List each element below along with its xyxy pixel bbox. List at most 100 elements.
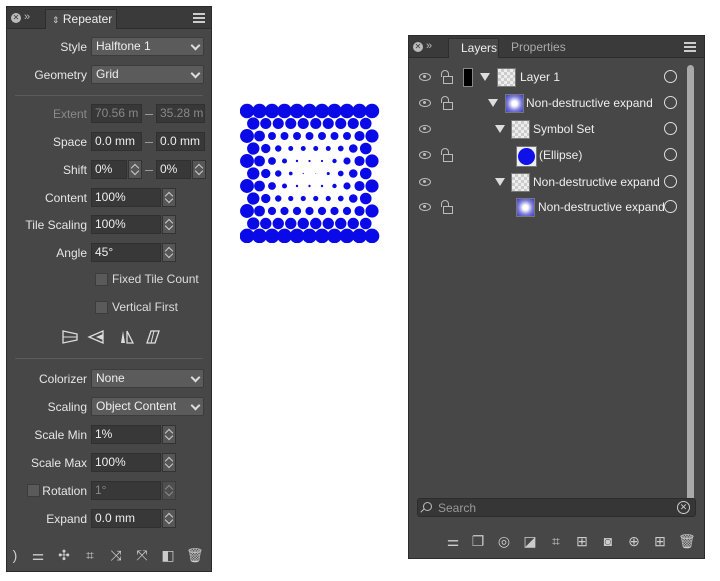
effects-icon[interactable]: ◎ xyxy=(496,533,512,549)
visibility-eye-icon[interactable] xyxy=(419,99,431,107)
layer-row[interactable]: Non-destructive expand xyxy=(409,93,685,119)
extent-width-field[interactable]: 70.56 m xyxy=(91,104,142,123)
lock-icon[interactable] xyxy=(440,96,453,110)
scale-max-field[interactable]: 100% xyxy=(91,453,161,472)
expand-triangle-icon[interactable] xyxy=(495,125,505,133)
crop-icon[interactable]: ⌗ xyxy=(548,533,564,549)
tab-properties[interactable]: Properties xyxy=(511,40,566,54)
space-x-field[interactable]: 0.0 mm xyxy=(91,132,142,151)
skew-right-icon[interactable] xyxy=(146,330,160,344)
collapse-icon[interactable]: » xyxy=(426,40,432,52)
visibility-eye-icon[interactable] xyxy=(419,178,431,186)
adjust-icon[interactable]: ⚌ xyxy=(30,547,46,563)
rotation-label: Rotation xyxy=(42,484,87,498)
close-icon[interactable]: ✕ xyxy=(413,42,423,52)
visibility-eye-icon[interactable] xyxy=(419,125,431,133)
add-pixel-layer-icon[interactable]: ⊞ xyxy=(652,533,668,549)
visibility-eye-icon[interactable] xyxy=(419,73,431,81)
layer-row[interactable]: Layer 1 xyxy=(409,67,685,93)
halftone-dot xyxy=(364,103,380,119)
lock-icon[interactable] xyxy=(440,70,453,84)
expand-triangle-icon[interactable] xyxy=(488,99,498,107)
halftone-dot xyxy=(342,206,352,216)
layer-row[interactable]: Non-destructive expand xyxy=(409,172,685,198)
camera-icon[interactable]: ◙ xyxy=(600,533,616,549)
perspective-left-icon[interactable] xyxy=(62,330,78,344)
add-layer-icon[interactable]: ⊕ xyxy=(626,533,642,549)
bracket-icon[interactable]: ) xyxy=(7,547,23,563)
fixed-tile-count-checkbox[interactable] xyxy=(95,273,108,286)
perspective-narrow-icon[interactable] xyxy=(87,330,104,344)
shift-x-field[interactable]: 0% xyxy=(91,160,127,179)
rotation-checkbox[interactable] xyxy=(27,484,40,497)
layer-row[interactable]: (Ellipse) xyxy=(409,145,685,171)
mask-icon[interactable]: ⌗ xyxy=(82,547,98,563)
select-circle-icon[interactable] xyxy=(664,200,677,213)
select-circle-icon[interactable] xyxy=(664,175,677,188)
tab-repeater[interactable]: ⇕ Repeater xyxy=(45,9,117,29)
content-field[interactable]: 100% xyxy=(91,188,161,207)
rotation-stepper[interactable] xyxy=(162,481,176,500)
shuffle-icon[interactable]: ⤨ xyxy=(108,547,124,563)
shift-x-stepper[interactable] xyxy=(128,160,142,179)
layer-row[interactable]: Symbol Set xyxy=(409,119,685,145)
shift-y-field[interactable]: 0% xyxy=(156,160,191,179)
lock-icon[interactable] xyxy=(440,148,453,162)
select-circle-icon[interactable] xyxy=(664,96,677,109)
select-circle-icon[interactable] xyxy=(664,148,677,161)
space-y-field[interactable]: 0.0 mm xyxy=(156,132,205,151)
angle-field[interactable]: 45° xyxy=(91,243,161,262)
collapse-icon[interactable]: » xyxy=(24,11,30,23)
fixed-tile-count-label: Fixed Tile Count xyxy=(112,272,199,286)
expand-arrows-icon[interactable]: ⤧ xyxy=(134,547,150,563)
extent-height-field[interactable]: 35.28 m xyxy=(156,104,205,123)
skew-up-icon[interactable] xyxy=(121,330,135,344)
vertical-first-checkbox[interactable] xyxy=(95,301,108,314)
panel-menu-icon[interactable] xyxy=(193,13,205,23)
select-circle-icon[interactable] xyxy=(664,70,677,83)
colorizer-dropdown[interactable]: None xyxy=(91,369,204,388)
tab-layers[interactable]: Layers xyxy=(448,38,499,58)
scrollbar[interactable] xyxy=(687,65,694,508)
expand-triangle-icon[interactable] xyxy=(480,73,490,81)
trash-icon[interactable]: 🗑 xyxy=(678,533,696,549)
expand-triangle-icon[interactable] xyxy=(495,178,505,186)
geometry-dropdown[interactable]: Grid xyxy=(91,65,204,84)
scale-min-stepper[interactable] xyxy=(162,425,176,444)
tile-scaling-stepper[interactable] xyxy=(162,215,176,234)
layer-row[interactable]: Non-destructive expand xyxy=(409,197,685,223)
split-view-icon[interactable]: ◧ xyxy=(160,547,176,563)
visibility-eye-icon[interactable] xyxy=(419,203,431,211)
style-row: Style Halftone 1 xyxy=(7,37,213,57)
scale-max-stepper[interactable] xyxy=(162,453,176,472)
fx-icon[interactable]: ✣ xyxy=(56,547,72,563)
halftone-dot xyxy=(302,172,304,175)
halftone-dot xyxy=(354,205,365,217)
tile-scaling-field[interactable]: 100% xyxy=(91,215,161,234)
angle-stepper[interactable] xyxy=(162,243,176,262)
style-dropdown[interactable]: Halftone 1 xyxy=(91,37,204,56)
mask-layer-icon[interactable]: ◪ xyxy=(522,533,538,549)
select-circle-icon[interactable] xyxy=(664,122,677,135)
shift-y-stepper[interactable] xyxy=(192,160,206,179)
copy-icon[interactable]: ❐ xyxy=(470,533,486,549)
scaling-dropdown[interactable]: Object Content xyxy=(91,397,204,416)
search-input[interactable] xyxy=(438,500,668,515)
expand-stepper[interactable] xyxy=(162,509,176,528)
halftone-dot xyxy=(254,180,265,192)
panel-menu-icon[interactable] xyxy=(684,42,696,52)
space-row: Space 0.0 mm 0.0 mm xyxy=(7,132,213,152)
trash-icon[interactable]: 🗑 xyxy=(186,547,204,563)
visibility-eye-icon[interactable] xyxy=(419,151,431,159)
halftone-dot xyxy=(359,142,372,155)
mesh-icon[interactable]: ⊞ xyxy=(574,533,590,549)
expand-field[interactable]: 0.0 mm xyxy=(91,509,161,528)
content-stepper[interactable] xyxy=(162,188,176,207)
close-icon[interactable]: ✕ xyxy=(11,13,21,23)
clear-search-icon[interactable]: ✕ xyxy=(677,501,690,514)
lock-icon[interactable] xyxy=(440,200,453,214)
rotation-field[interactable]: 1° xyxy=(91,481,161,500)
halftone-artwork[interactable] xyxy=(240,103,382,243)
adjustment-icon[interactable]: ⚌ xyxy=(445,533,461,549)
scale-min-field[interactable]: 1% xyxy=(91,425,161,444)
